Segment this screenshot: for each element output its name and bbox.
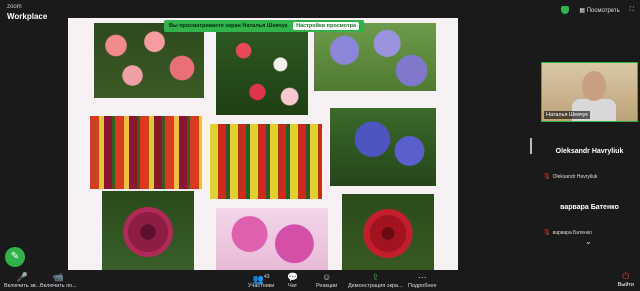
- mic-muted-icon: 🎙: [543, 174, 551, 180]
- participant-label: 🎙 варвара Батенко: [543, 229, 592, 237]
- participant-label: 🎙 Oleksandr Havryliuk: [543, 173, 598, 181]
- app-logo: zoom Workplace: [7, 3, 47, 21]
- video-button[interactable]: 📹 Включить по...: [40, 272, 77, 289]
- annotate-pencil-icon[interactable]: ✎: [5, 247, 25, 267]
- logo-big: Workplace: [7, 12, 48, 21]
- more-button[interactable]: ⋯ Подробнее: [408, 272, 437, 289]
- chat-icon: 💬: [287, 272, 299, 282]
- photo-celosia: [90, 116, 202, 189]
- participant-face: [582, 71, 606, 101]
- logo-small: zoom: [7, 4, 22, 10]
- more-icon: ⋯: [417, 272, 427, 282]
- photo-heliotrope: [330, 108, 436, 186]
- mic-button[interactable]: 🎤 Включить зв...: [4, 272, 40, 289]
- photo-begonia: [94, 23, 204, 98]
- share-screen-icon: ⇪: [371, 272, 380, 282]
- photo-ageratum: [314, 23, 436, 91]
- participant-name-large: варвара Батенко: [560, 204, 619, 211]
- fullscreen-icon[interactable]: ⛶: [630, 7, 634, 14]
- participants-count: 43: [263, 274, 270, 280]
- meeting-toolbar: 🎤 Включить зв... 📹 Включить по... 👥43 Уч…: [0, 270, 640, 291]
- leave-icon: ⏻: [622, 271, 630, 281]
- participant-tile[interactable]: варвара Батенко 🎙 варвара Батенко: [541, 192, 638, 238]
- participant-video[interactable]: Наталья Шевчук: [541, 62, 638, 122]
- participants-panel: Наталья Шевчук Oleksandr Havryliuk 🎙 Olek…: [538, 62, 640, 252]
- share-screen-button[interactable]: ⇪ Демонстрация экра...: [348, 272, 403, 289]
- participant-name-large: Oleksandr Havryliuk: [555, 148, 624, 155]
- screen-share-banner: Вы просматриваете экран Наталья Шевчук Н…: [164, 20, 364, 32]
- chevron-down-icon[interactable]: ⌄: [585, 237, 592, 246]
- banner-text: Вы просматриваете экран Наталья Шевчук: [169, 23, 288, 29]
- photo-dahlia-red: [342, 194, 434, 273]
- participants-icon: 👥43: [252, 274, 270, 284]
- view-options-button[interactable]: Настройки просмотра: [293, 22, 359, 30]
- reactions-button[interactable]: ☺ Реакции: [316, 272, 337, 289]
- participants-button[interactable]: 👥43 Участники: [248, 272, 274, 289]
- shield-icon[interactable]: [561, 6, 570, 14]
- chat-button[interactable]: 💬 Чат: [287, 272, 298, 289]
- view-button[interactable]: ▦ Посмотреть: [579, 7, 619, 14]
- top-right-controls: ▦ Посмотреть ⛶: [561, 6, 634, 14]
- photo-dahlia-burgundy: [102, 191, 194, 273]
- photo-salvia: [210, 124, 322, 199]
- shared-screen: [68, 18, 458, 273]
- participant-tile[interactable]: Oleksandr Havryliuk 🎙 Oleksandr Havryliuk: [541, 136, 638, 182]
- video-off-icon: 📹: [52, 272, 65, 282]
- reactions-icon: ☺: [322, 272, 332, 282]
- mic-off-icon: 🎤: [16, 272, 28, 282]
- panel-scrollbar[interactable]: [530, 138, 532, 154]
- participant-name: Наталья Шевчук: [544, 111, 590, 119]
- photo-dahlia-pink: [216, 208, 328, 273]
- photo-impatiens: [216, 23, 308, 115]
- mic-muted-icon: 🎙: [543, 230, 551, 236]
- leave-button[interactable]: ⏻ Выйти: [618, 271, 634, 288]
- zoom-window: zoom Workplace ▦ Посмотреть ⛶ Вы просмат…: [0, 0, 640, 291]
